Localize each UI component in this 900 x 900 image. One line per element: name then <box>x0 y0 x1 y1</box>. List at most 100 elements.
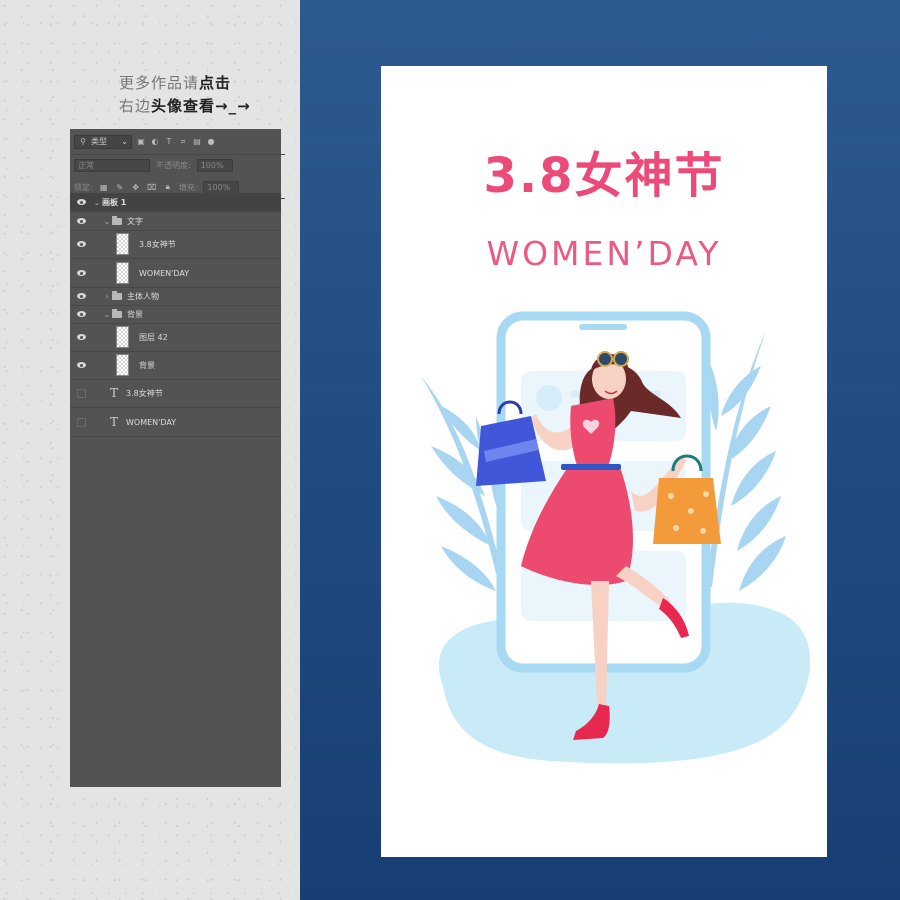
layer-row-layer42[interactable]: 图层 42 <box>70 323 281 352</box>
layer-row-artboard[interactable]: ⌄ 画板 1 <box>70 193 281 212</box>
blend-mode-select[interactable]: 正常 <box>74 158 150 172</box>
orange-bag <box>653 478 721 544</box>
eye-icon <box>76 362 86 368</box>
adjustment-filter-icon[interactable]: ◐ <box>150 137 160 147</box>
hidden-box-icon <box>76 388 86 398</box>
eye-icon <box>76 270 86 276</box>
eye-icon <box>76 293 86 299</box>
bag-dot <box>700 528 706 534</box>
sunglasses <box>613 351 629 367</box>
poster-canvas: 3.8女神节 WOMEN’DAY <box>381 66 827 857</box>
fill-value: 100% <box>207 182 231 192</box>
layer-name: 3.8女神节 <box>126 388 163 398</box>
text-layer-icon: T <box>109 415 118 429</box>
visibility-toggle[interactable] <box>70 417 92 427</box>
promo-line2-plain: 右边 <box>119 97 152 115</box>
filter-label: 类型 <box>91 137 107 146</box>
visibility-toggle[interactable] <box>70 199 92 205</box>
bag-dot <box>668 493 674 499</box>
fill-field[interactable]: 100% <box>203 180 240 194</box>
promo-line1-plain: 更多作品请 <box>119 74 200 92</box>
chevron-down-icon[interactable]: ⌄ <box>92 198 102 207</box>
lock-label: 锁定: <box>74 182 93 192</box>
move-icon[interactable]: ✥ <box>131 182 141 192</box>
chevron-down-icon[interactable]: ⌄ <box>102 217 112 226</box>
layer-row-background-group[interactable]: ⌄ 背景 <box>70 305 281 324</box>
opacity-value: 100% <box>200 160 224 170</box>
poster-title: 3.8女神节 <box>483 148 725 204</box>
phone-speaker <box>579 324 627 330</box>
layer-thumbnail <box>116 354 129 376</box>
promo-text: 更多作品请点击 右边头像查看→_→ <box>119 72 251 118</box>
lock-icon[interactable]: 🔒︎ <box>163 182 173 192</box>
visibility-toggle[interactable] <box>70 362 92 368</box>
fill-label: 填充: <box>178 182 198 192</box>
visibility-toggle[interactable] <box>70 218 92 224</box>
layer-name: 3.8女神节 <box>139 239 176 249</box>
folder-icon <box>112 290 122 300</box>
eye-icon <box>76 334 86 340</box>
search-icon: ⚲ <box>80 137 86 146</box>
layer-thumbnail <box>116 233 129 255</box>
visibility-toggle[interactable] <box>70 334 92 340</box>
layer-name: 主体人物 <box>127 291 159 301</box>
filter-dropdown[interactable]: ⚲ 类型 ⌄ <box>74 134 132 149</box>
blend-mode-value: 正常 <box>78 160 94 170</box>
layer-name: 背景 <box>127 309 143 319</box>
leaves-right <box>706 331 786 591</box>
chevron-down-icon: ⌄ <box>121 137 128 146</box>
layer-name: 画板 1 <box>102 197 127 207</box>
bag-dot <box>703 491 709 497</box>
belt <box>561 464 621 470</box>
folder-icon <box>112 215 122 225</box>
eye-icon <box>76 218 86 224</box>
bag-dot <box>688 508 694 514</box>
layers-toolbar: ⚲ 类型 ⌄ ▣ ◐ T ⌗ ▤ ● <box>70 129 285 155</box>
sunglasses <box>597 351 613 367</box>
type-filter-icon[interactable]: T <box>164 137 174 147</box>
smart-object-filter-icon[interactable]: ▤ <box>192 137 202 147</box>
layer-thumbnail <box>116 262 129 284</box>
lock-pixels-icon[interactable]: ▦ <box>99 182 109 192</box>
eye-icon <box>76 241 86 247</box>
visibility-toggle[interactable] <box>70 293 92 299</box>
visibility-toggle[interactable] <box>70 270 92 276</box>
visibility-toggle[interactable] <box>70 311 92 317</box>
layer-name: 背景 <box>139 360 155 370</box>
layer-row-text-group[interactable]: ⌄ 文字 <box>70 212 281 231</box>
layer-row-background[interactable]: 背景 <box>70 351 281 380</box>
eye-icon <box>76 199 86 205</box>
hidden-box-icon <box>76 417 86 427</box>
chevron-right-icon[interactable]: › <box>102 292 112 301</box>
layer-thumbnail <box>116 326 129 348</box>
visibility-toggle[interactable] <box>70 388 92 398</box>
opacity-field[interactable]: 100% <box>196 158 233 172</box>
layer-row-text-hidden-2[interactable]: T WOMEN'DAY <box>70 408 281 437</box>
poster-subtitle: WOMEN’DAY <box>486 234 722 273</box>
chevron-down-icon[interactable]: ⌄ <box>102 310 112 319</box>
layer-name: 文字 <box>127 216 143 226</box>
visibility-toggle[interactable] <box>70 241 92 247</box>
phone-avatar <box>536 385 562 411</box>
folder-icon <box>112 308 122 318</box>
crop-icon[interactable]: ⌧ <box>147 182 157 192</box>
layer-name: WOMEN'DAY <box>139 268 190 278</box>
layers-panel: ⚲ 类型 ⌄ ▣ ◐ T ⌗ ▤ ● 正常 不透明度: 100% 锁定: ▦ ✎… <box>70 129 285 787</box>
blend-row: 正常 不透明度: 100% <box>70 154 285 176</box>
promo-line2-bold: 头像查看→_→ <box>151 97 251 115</box>
bag-dot <box>673 525 679 531</box>
filter-toggle-icon[interactable]: ● <box>206 137 216 147</box>
image-filter-icon[interactable]: ▣ <box>136 137 146 147</box>
shape-filter-icon[interactable]: ⌗ <box>178 137 188 147</box>
text-layer-icon: T <box>109 386 118 400</box>
layer-row-title[interactable]: 3.8女神节 <box>70 230 281 259</box>
layer-name: WOMEN'DAY <box>126 417 177 427</box>
promo-line1-bold: 点击 <box>199 74 232 92</box>
layer-row-character-group[interactable]: › 主体人物 <box>70 287 281 306</box>
layer-row-subtitle[interactable]: WOMEN'DAY <box>70 259 281 288</box>
brush-icon[interactable]: ✎ <box>115 182 125 192</box>
layer-name: 图层 42 <box>139 332 168 342</box>
opacity-label: 不透明度: <box>156 160 191 170</box>
eye-icon <box>76 311 86 317</box>
layer-row-text-hidden-1[interactable]: T 3.8女神节 <box>70 379 281 408</box>
